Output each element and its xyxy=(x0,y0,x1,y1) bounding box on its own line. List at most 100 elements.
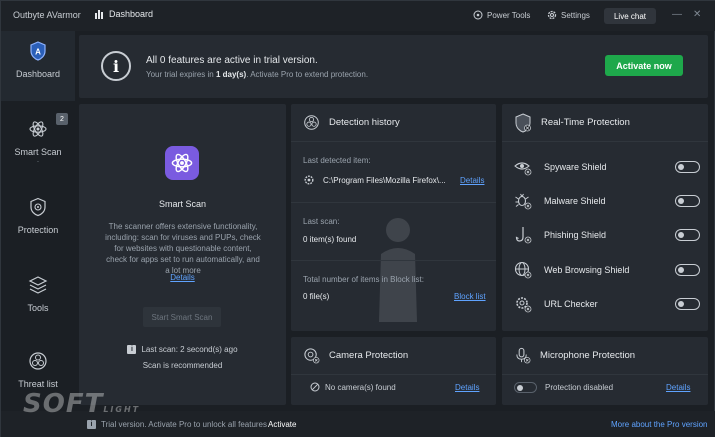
trial-banner-subtitle: Your trial expires in 1 day(s). Activate… xyxy=(146,70,369,79)
info-icon: i xyxy=(101,51,131,81)
settings-gear-icon xyxy=(304,175,314,185)
close-button[interactable]: ✕ xyxy=(693,9,701,20)
phishing-shield-toggle[interactable] xyxy=(675,229,700,241)
web-browsing-shield-toggle[interactable] xyxy=(675,264,700,276)
shield-a-icon: A xyxy=(30,41,46,61)
camera-protection-panel: Camera Protection No camera(s) found Det… xyxy=(291,337,496,405)
biohazard-icon xyxy=(304,115,319,130)
detection-history-panel: Detection history Last detected item: C:… xyxy=(291,104,496,331)
microphone-protection-header: Microphone Protection xyxy=(502,337,708,375)
smart-scan-dot: . xyxy=(36,155,40,164)
microphone-icon xyxy=(516,347,531,364)
malware-shield-label: Malware Shield xyxy=(544,196,606,206)
microphone-protection-title: Microphone Protection xyxy=(540,350,636,361)
svg-text:A: A xyxy=(35,48,41,57)
trial-banner-title: All 0 features are active in trial versi… xyxy=(146,55,318,66)
smart-scan-title: Smart Scan xyxy=(158,199,207,209)
detection-history-title: Detection history xyxy=(329,117,400,128)
globe-icon xyxy=(514,261,532,279)
shield-icon xyxy=(515,112,531,133)
camera-status: No camera(s) found xyxy=(325,383,396,392)
url-checker-label: URL Checker xyxy=(544,299,598,309)
smart-scan-last-scan: i Last scan: 2 second(s) ago xyxy=(79,345,286,354)
no-entry-icon xyxy=(310,382,320,392)
block-list-value: 0 file(s) xyxy=(303,292,330,301)
last-scan-value: 0 item(s) found xyxy=(303,235,357,244)
web-browsing-shield-row: Web Browsing Shield xyxy=(514,260,700,280)
block-list-link[interactable]: Block list xyxy=(454,292,486,301)
last-detected-details-link[interactable]: Details xyxy=(460,176,484,185)
power-tools-label: Power Tools xyxy=(487,10,531,20)
microphone-protection-panel: Microphone Protection Protection disable… xyxy=(502,337,708,405)
dashboard-tab-label: Dashboard xyxy=(109,9,154,19)
spyware-shield-toggle[interactable] xyxy=(675,161,700,173)
detection-history-header: Detection history xyxy=(291,104,496,142)
sidebar-item-dashboard[interactable]: A Dashboard xyxy=(1,31,75,101)
camera-protection-title: Camera Protection xyxy=(329,350,409,361)
camera-icon xyxy=(304,348,320,364)
smart-scan-details-link[interactable]: Details xyxy=(79,273,286,282)
real-time-protection-title: Real-Time Protection xyxy=(541,117,630,128)
sidebar-item-smart-scan[interactable]: 2 Smart Scan . xyxy=(1,107,75,177)
scan-recommendation: Scan is recommended xyxy=(142,361,223,370)
biohazard-icon xyxy=(29,352,47,370)
microphone-status: Protection disabled xyxy=(545,383,614,392)
sidebar-item-label: Threat list xyxy=(18,379,58,389)
real-time-protection-panel: Real-Time Protection Spyware Shield Malw… xyxy=(502,104,708,331)
layers-icon xyxy=(28,276,48,294)
trial-days-remaining: 1 day(s) xyxy=(215,70,247,79)
info-icon: i xyxy=(127,345,137,354)
gear-icon xyxy=(547,10,557,20)
watermark-figure-icon xyxy=(379,218,417,322)
phishing-hook-icon xyxy=(515,227,532,244)
smart-scan-badge: 2 xyxy=(56,113,68,125)
live-chat-button[interactable]: Live chat xyxy=(604,8,656,24)
dashboard-tab[interactable]: Dashboard xyxy=(95,9,153,19)
atom-icon xyxy=(29,121,47,137)
start-smart-scan-button[interactable]: Start Smart Scan xyxy=(143,307,221,327)
block-list-label: Total number of items in Block list: xyxy=(303,275,424,284)
web-browsing-shield-label: Web Browsing Shield xyxy=(544,265,630,275)
minimize-button[interactable]: — xyxy=(672,9,682,20)
microphone-protection-toggle[interactable] xyxy=(514,382,537,393)
divider xyxy=(291,260,496,261)
last-detected-label: Last detected item: xyxy=(303,156,371,165)
sidebar-item-tools[interactable]: Tools xyxy=(1,265,75,335)
sidebar-item-label: Protection xyxy=(17,225,59,235)
phishing-shield-row: Phishing Shield xyxy=(514,225,700,245)
sidebar-item-protection[interactable]: Protection xyxy=(1,187,75,257)
bar-chart-icon xyxy=(95,9,103,19)
divider xyxy=(291,202,496,203)
app-name: Outbyte AVarmor xyxy=(13,10,81,20)
trial-banner: i All 0 features are active in trial ver… xyxy=(79,35,708,98)
protection-icon xyxy=(30,197,46,217)
power-tools-button[interactable]: Power Tools xyxy=(473,10,530,20)
power-tools-icon xyxy=(473,10,483,20)
more-about-pro-link[interactable]: More about the Pro version xyxy=(611,420,708,429)
settings-button[interactable]: Settings xyxy=(547,10,590,20)
microphone-details-link[interactable]: Details xyxy=(666,383,690,392)
info-icon: i xyxy=(87,420,96,429)
camera-details-link[interactable]: Details xyxy=(455,383,479,392)
real-time-protection-header: Real-Time Protection xyxy=(502,104,708,142)
trial-footer-text: i Trial version. Activate Pro to unlock … xyxy=(87,420,267,429)
phishing-shield-label: Phishing Shield xyxy=(544,230,607,240)
url-gear-icon xyxy=(516,297,532,313)
spyware-eye-icon xyxy=(514,162,532,176)
spyware-shield-row: Spyware Shield xyxy=(514,157,700,177)
title-bar: Outbyte AVarmor Dashboard Power Tools Se… xyxy=(1,1,715,31)
sidebar-item-label: Dashboard xyxy=(15,69,61,79)
activate-now-button[interactable]: Activate now xyxy=(605,55,683,76)
footer-activate-link[interactable]: Activate xyxy=(268,420,296,429)
malware-bug-icon xyxy=(515,193,532,210)
spyware-shield-label: Spyware Shield xyxy=(544,162,607,172)
app-window: Outbyte AVarmor Dashboard Power Tools Se… xyxy=(0,0,715,437)
smart-scan-atom-icon xyxy=(165,146,199,180)
malware-shield-row: Malware Shield xyxy=(514,191,700,211)
malware-shield-toggle[interactable] xyxy=(675,195,700,207)
url-checker-row: URL Checker xyxy=(514,294,700,314)
trial-footer-label: Trial version. Activate Pro to unlock al… xyxy=(101,420,267,429)
url-checker-toggle[interactable] xyxy=(675,298,700,310)
last-detected-value: C:\Program Files\Mozilla Firefox\... xyxy=(323,176,446,185)
softlight-watermark: SOFTLIGHT xyxy=(23,389,141,419)
